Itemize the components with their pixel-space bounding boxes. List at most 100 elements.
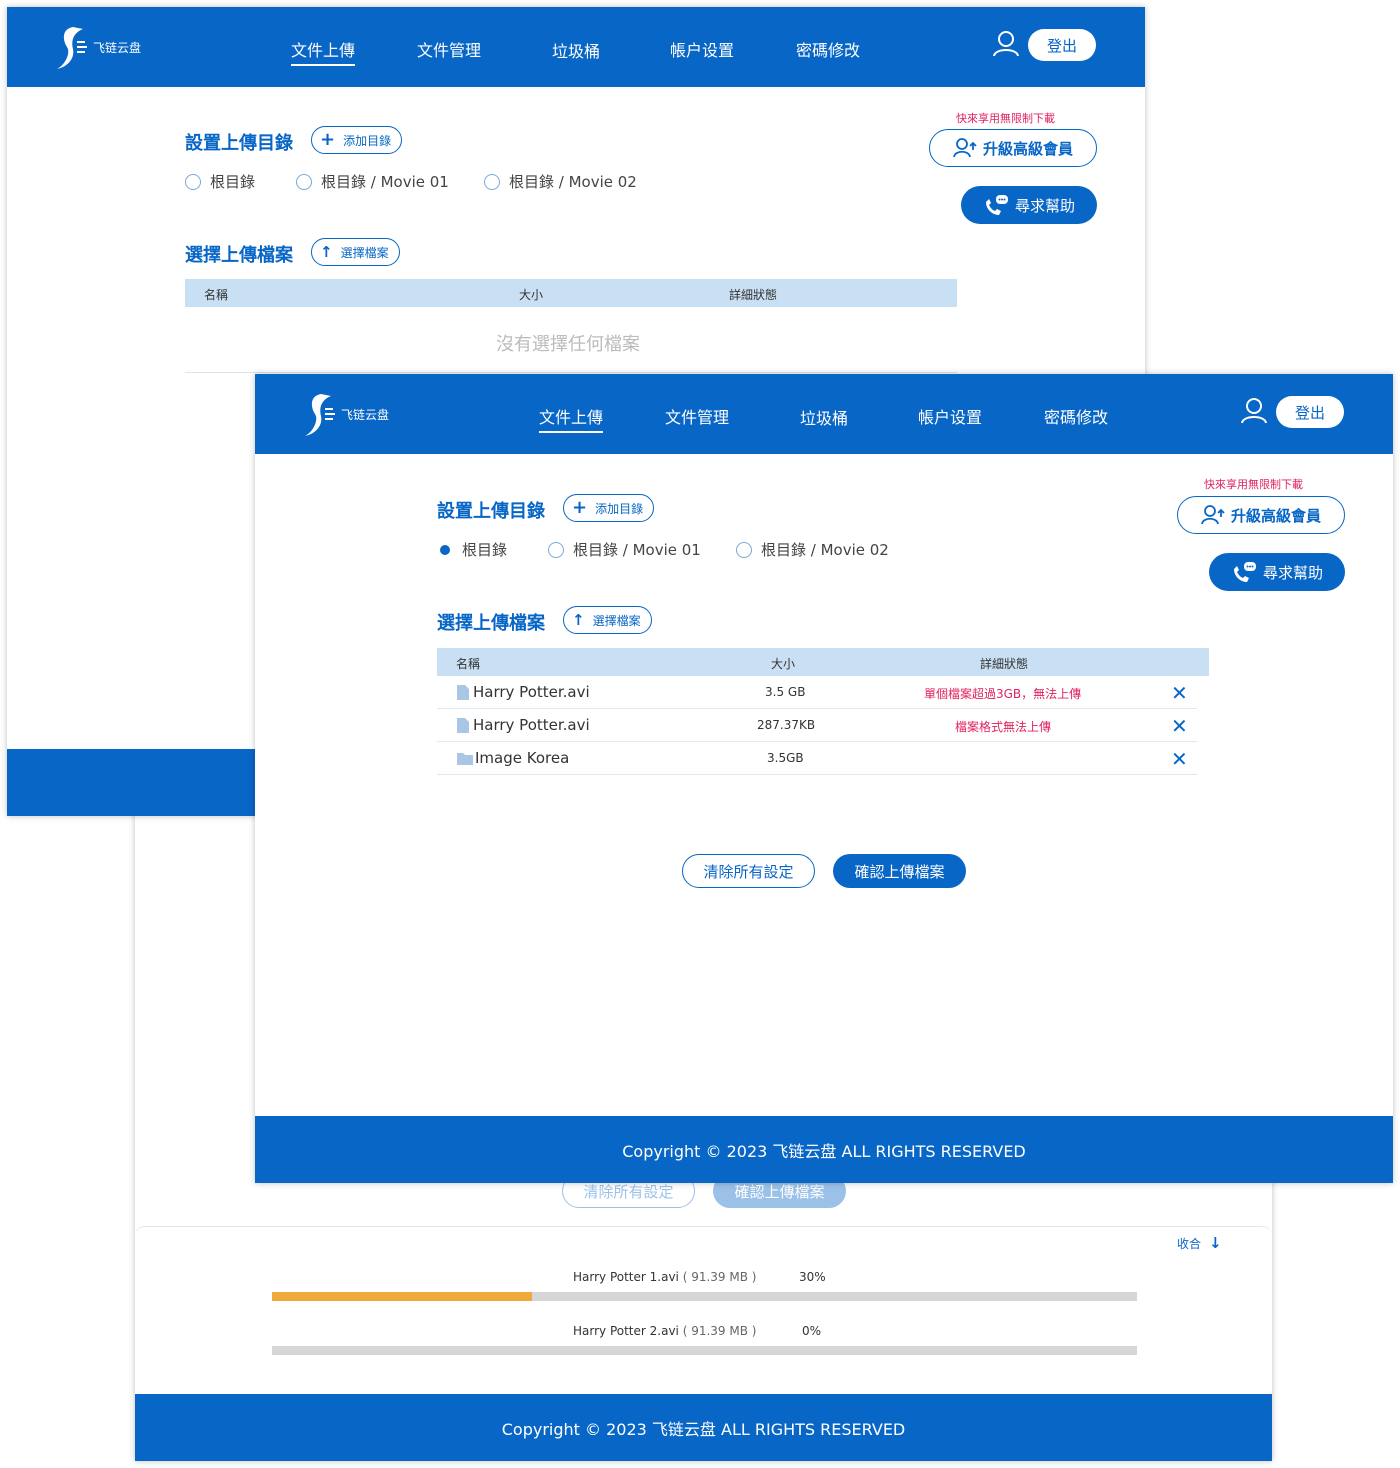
select-files-button[interactable]: ↑ 選擇檔案 xyxy=(311,238,400,266)
file-name: Image Korea xyxy=(457,749,569,767)
help-button[interactable]: 尋求幫助 xyxy=(1209,553,1345,591)
files-title: 選擇上傳檔案 xyxy=(185,245,293,266)
file-name: Harry Potter.avi xyxy=(457,716,590,734)
remove-file-icon[interactable]: ✕ xyxy=(1171,681,1188,705)
progress-bar-1 xyxy=(272,1292,1137,1301)
radio-icon xyxy=(548,541,564,558)
upgrade-button[interactable]: 升級高級會員 xyxy=(1177,496,1345,534)
directory-option-root[interactable]: 根目錄 xyxy=(185,171,255,192)
table-row: Image Korea 3.5GB ✕ xyxy=(437,742,1197,775)
logout-button[interactable]: 登出 xyxy=(1028,29,1096,61)
files-table-header: 名稱 大小 詳細狀態 xyxy=(185,279,957,307)
footer: Copyright © 2023 飞链云盘 ALL RIGHTS RESERVE… xyxy=(255,1116,1393,1183)
footer: Copyright © 2023 飞链云盘 ALL RIGHTS RESERVE… xyxy=(135,1394,1272,1461)
col-size: 大小 xyxy=(771,657,796,671)
file-size: 3.5 GB xyxy=(765,685,806,699)
remove-file-icon[interactable]: ✕ xyxy=(1171,714,1188,738)
col-name: 名稱 xyxy=(456,657,481,671)
file-name: Harry Potter.avi xyxy=(457,683,590,701)
file-icon xyxy=(457,717,469,733)
nav-trash[interactable]: 垃圾桶 xyxy=(552,38,600,62)
nav-upload[interactable]: 文件上傳 xyxy=(539,404,604,433)
help-button[interactable]: 尋求幫助 xyxy=(961,186,1097,224)
radio-selected-icon xyxy=(437,542,453,558)
arrow-up-icon: ↑ xyxy=(320,242,333,261)
copyright-text: Copyright © 2023 飞链云盘 ALL RIGHTS RESERVE… xyxy=(501,1419,906,1439)
progress-item-1-percent: 30% xyxy=(799,1270,826,1284)
radio-icon xyxy=(296,173,312,190)
remove-file-icon[interactable]: ✕ xyxy=(1171,747,1188,771)
collapse-button[interactable]: 收合 ↓ xyxy=(1177,1234,1222,1252)
table-divider xyxy=(185,372,957,373)
directory-option-movie01[interactable]: 根目錄 / Movie 01 xyxy=(296,171,449,192)
table-row: Harry Potter.avi 3.5 GB 單個檔案超過3GB，無法上傳 ✕ xyxy=(437,676,1197,709)
progress-panel xyxy=(135,1226,1272,1396)
collapse-label: 收合 xyxy=(1177,1236,1202,1251)
clear-settings-button[interactable]: 清除所有設定 xyxy=(682,854,815,888)
directory-option-movie02[interactable]: 根目錄 / Movie 02 xyxy=(484,171,637,192)
col-name: 名稱 xyxy=(204,288,229,302)
header: 飞链云盘 文件上傳 文件管理 垃圾桶 帳户设置 密碼修改 登出 xyxy=(255,374,1393,454)
select-files-button[interactable]: ↑ 選擇檔案 xyxy=(563,606,652,634)
directory-title: 設置上傳目錄 xyxy=(437,501,545,522)
logo-icon xyxy=(57,27,87,69)
arrow-up-icon: ↑ xyxy=(572,610,585,629)
file-status: 檔案格式無法上傳 xyxy=(955,720,1052,734)
directory-option-movie01[interactable]: 根目錄 / Movie 01 xyxy=(548,539,701,560)
progress-fill-1 xyxy=(272,1292,532,1301)
radio-icon xyxy=(736,541,752,558)
nav-manage[interactable]: 文件管理 xyxy=(417,37,481,61)
nav-account[interactable]: 帳户设置 xyxy=(670,37,734,61)
upgrade-button[interactable]: 升級高級會員 xyxy=(929,129,1097,167)
user-plus-icon xyxy=(1201,504,1225,526)
directory-option-movie02[interactable]: 根目錄 / Movie 02 xyxy=(736,539,889,560)
files-title: 選擇上傳檔案 xyxy=(437,613,545,634)
nav-password[interactable]: 密碼修改 xyxy=(796,37,860,61)
phone-chat-icon xyxy=(1231,561,1257,583)
directory-title: 設置上傳目錄 xyxy=(185,133,293,154)
brand-logo[interactable]: 飞链云盘 xyxy=(53,23,163,73)
user-icon[interactable] xyxy=(991,29,1021,59)
promo-text: 快來享用無限制下載 xyxy=(1204,478,1303,491)
nav-account[interactable]: 帳户设置 xyxy=(918,404,982,428)
progress-item-2-name: Harry Potter 2.avi ( 91.39 MB ) xyxy=(573,1324,757,1338)
brand-logo[interactable]: 飞链云盘 xyxy=(301,390,411,440)
nav-manage[interactable]: 文件管理 xyxy=(665,404,729,428)
empty-message: 沒有選擇任何檔案 xyxy=(496,334,640,355)
table-row: Harry Potter.avi 287.37KB 檔案格式無法上傳 ✕ xyxy=(437,709,1197,742)
progress-bar-2 xyxy=(272,1346,1137,1355)
add-directory-button[interactable]: + 添加目錄 xyxy=(311,126,403,154)
directory-option-root[interactable]: 根目錄 xyxy=(437,539,507,560)
logo-icon xyxy=(305,394,335,436)
phone-chat-icon xyxy=(983,194,1009,216)
add-directory-button[interactable]: + 添加目錄 xyxy=(563,494,655,522)
file-status: 單個檔案超過3GB，無法上傳 xyxy=(924,687,1082,701)
copyright-text: Copyright © 2023 飞链云盘 ALL RIGHTS RESERVE… xyxy=(622,1141,1026,1161)
nav-upload[interactable]: 文件上傳 xyxy=(291,37,356,66)
screen-files: 飞链云盘 文件上傳 文件管理 垃圾桶 帳户设置 密碼修改 登出 設置上傳目錄 +… xyxy=(255,374,1393,1183)
plus-icon: + xyxy=(320,129,336,150)
header: 飞链云盘 文件上傳 文件管理 垃圾桶 帳户设置 密碼修改 登出 xyxy=(7,7,1145,87)
user-icon[interactable] xyxy=(1239,396,1269,426)
confirm-upload-button[interactable]: 確認上傳檔案 xyxy=(833,854,966,888)
progress-item-1-name: Harry Potter 1.avi ( 91.39 MB ) xyxy=(573,1270,757,1284)
progress-item-2-percent: 0% xyxy=(802,1324,822,1338)
brand-name: 飞链云盘 xyxy=(341,408,390,422)
arrow-down-icon: ↓ xyxy=(1209,1234,1222,1252)
radio-icon xyxy=(185,173,201,190)
col-size: 大小 xyxy=(519,288,544,302)
user-plus-icon xyxy=(953,137,977,159)
files-table-header: 名稱 大小 詳細狀態 xyxy=(437,648,1209,676)
brand-name: 飞链云盘 xyxy=(93,41,142,55)
nav-password[interactable]: 密碼修改 xyxy=(1044,404,1108,428)
plus-icon: + xyxy=(572,497,588,518)
nav-trash[interactable]: 垃圾桶 xyxy=(800,405,848,429)
col-status: 詳細狀態 xyxy=(729,288,778,302)
folder-icon xyxy=(457,752,473,765)
radio-icon xyxy=(484,173,500,190)
promo-text: 快來享用無限制下載 xyxy=(956,112,1055,125)
file-size: 3.5GB xyxy=(767,751,804,765)
col-status: 詳細狀態 xyxy=(980,657,1029,671)
file-size: 287.37KB xyxy=(757,718,816,732)
logout-button[interactable]: 登出 xyxy=(1276,396,1344,428)
